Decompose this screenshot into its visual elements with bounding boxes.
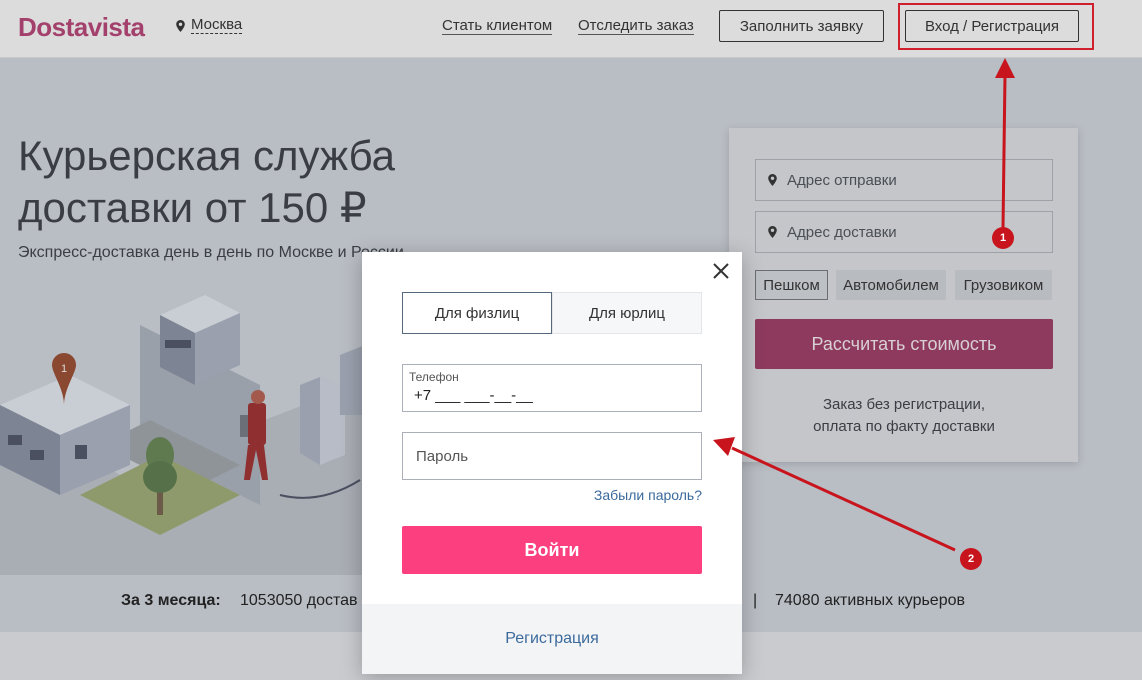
phone-value: +7 ___ ___-__-__ <box>414 387 533 404</box>
login-button[interactable]: Войти <box>402 526 702 574</box>
stats-deliveries: 1053050 достав <box>240 592 358 609</box>
password-placeholder: Пароль <box>416 448 469 465</box>
register-link[interactable]: Регистрация <box>505 630 599 648</box>
location-pin-icon <box>176 19 185 32</box>
forgot-password-link[interactable]: Забыли пароль? <box>594 487 702 503</box>
nav-become-client[interactable]: Стать клиентом <box>442 17 553 35</box>
close-icon[interactable] <box>710 260 732 282</box>
nav-track-order[interactable]: Отследить заказ <box>578 17 694 35</box>
logo[interactable]: Dostavista <box>18 12 145 43</box>
password-field[interactable]: Пароль <box>402 432 702 480</box>
stats-separator: | <box>753 592 758 609</box>
mode-truck[interactable]: Грузовиком <box>955 270 1052 300</box>
hero-subtitle: Экспресс-доставка день в день по Москве … <box>18 244 404 261</box>
phone-label: Телефон <box>409 370 459 384</box>
hero-title-line1: Курьерская служба <box>18 132 396 179</box>
from-address-input[interactable]: Адрес отправки <box>755 159 1053 201</box>
calculator-note: Заказ без регистрации, оплата по факту д… <box>755 394 1053 438</box>
tab-companies[interactable]: Для юрлиц <box>552 292 702 334</box>
login-modal: Для физлиц Для юрлиц Телефон +7 ___ ___-… <box>362 252 742 674</box>
svg-text:1: 1 <box>61 363 67 375</box>
fill-request-button[interactable]: Заполнить заявку <box>719 10 884 42</box>
location-pin-icon <box>768 226 777 238</box>
delivery-calculator: Адрес отправки Адрес доставки Пешком Авт… <box>729 128 1078 462</box>
city-illustration: 1 <box>0 295 380 575</box>
city-selector[interactable]: Москва <box>176 16 243 34</box>
annotation-marker-1: 1 <box>992 227 1014 249</box>
calculator-note-line2: оплата по факту доставки <box>813 418 995 435</box>
hero-title-line2: доставки от 150 ₽ <box>18 184 367 231</box>
annotation-marker-2: 2 <box>960 548 982 570</box>
city-name: Москва <box>191 16 243 34</box>
tab-individuals[interactable]: Для физлиц <box>402 292 552 334</box>
modal-footer: Регистрация <box>362 604 742 674</box>
to-address-placeholder: Адрес доставки <box>787 223 897 241</box>
user-type-tabs: Для физлиц Для юрлиц <box>402 292 702 334</box>
calculate-price-button[interactable]: Рассчитать стоимость <box>755 319 1053 369</box>
from-address-placeholder: Адрес отправки <box>787 171 897 189</box>
hero-title: Курьерская служба доставки от 150 ₽ <box>18 130 395 234</box>
stats-label: За 3 месяца: <box>121 592 221 609</box>
stats-couriers: 74080 активных курьеров <box>775 592 965 609</box>
location-pin-icon <box>768 174 777 186</box>
calculator-note-line1: Заказ без регистрации, <box>822 396 986 413</box>
mode-car[interactable]: Автомобилем <box>836 270 946 300</box>
phone-field[interactable]: Телефон +7 ___ ___-__-__ <box>402 364 702 412</box>
highlight-box <box>898 3 1094 50</box>
mode-walking[interactable]: Пешком <box>755 270 828 300</box>
